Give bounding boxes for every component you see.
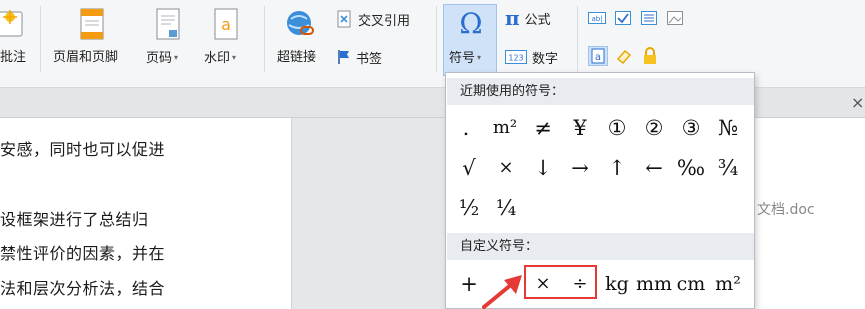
header-footer-label[interactable]: 页眉和页脚 <box>53 50 118 66</box>
design-mode-icon[interactable]: a <box>588 46 608 66</box>
number-label: 数字 <box>532 51 559 67</box>
symbol-cell[interactable]: ↑ <box>599 150 635 186</box>
symbol-cell[interactable]: cm <box>673 266 709 302</box>
page-number-text: 页码 <box>146 51 173 66</box>
comment-label[interactable]: 批注 <box>0 50 26 66</box>
symbol-cell[interactable]: ③ <box>673 110 709 146</box>
symbol-cell[interactable]: mm <box>636 266 672 302</box>
document-page[interactable]: 安感，同时也可以促进 设框架进行了总结归 禁性评价的因素，并在 法和层次分析法，… <box>0 118 292 309</box>
formula-label: 公式 <box>524 12 551 28</box>
symbol-label[interactable]: 符号 ▾ <box>449 50 481 67</box>
custom-symbols-header: 自定义符号： <box>447 233 754 260</box>
flag-icon <box>338 50 349 64</box>
symbol-cell[interactable]: kg <box>599 266 635 302</box>
svg-text:a: a <box>595 52 601 63</box>
checkbox-icon[interactable] <box>614 10 632 26</box>
symbol-cell[interactable]: № <box>710 110 746 146</box>
header-footer-icon[interactable] <box>80 8 104 40</box>
recent-symbols-header: 近期使用的符号： <box>447 78 754 105</box>
symbol-cell[interactable]: m² <box>710 266 746 302</box>
document-line: 安感，同时也可以促进 <box>0 140 166 159</box>
separator <box>577 6 578 72</box>
svg-text:a: a <box>221 15 231 34</box>
watermark-label[interactable]: 水印 ▾ <box>204 50 236 67</box>
cross-reference-label: 交叉引用 <box>358 13 411 29</box>
picture-control-icon[interactable] <box>666 10 684 26</box>
page-number-icon[interactable] <box>156 8 180 40</box>
symbol-cell[interactable]: → <box>562 150 598 186</box>
document-name[interactable]: 文档.doc <box>757 199 815 219</box>
chevron-down-icon: ▾ <box>477 53 482 62</box>
symbol-text: 符号 <box>449 51 476 66</box>
comment-icon[interactable] <box>0 8 28 38</box>
arrow-icon <box>482 275 522 309</box>
chevron-down-icon: ▾ <box>232 53 237 62</box>
watermark-text: 水印 <box>204 51 231 66</box>
symbol-cell[interactable]: ¾ <box>710 150 746 186</box>
number-icon: 123 <box>505 50 527 64</box>
separator <box>40 6 41 72</box>
hyperlink-icon[interactable] <box>285 9 315 39</box>
symbol-cell[interactable]: √ <box>451 150 487 186</box>
cross-reference-button[interactable]: 交叉引用 <box>337 9 410 29</box>
number-button[interactable]: 123 数字 <box>505 47 558 67</box>
symbol-cell[interactable]: × <box>488 150 524 186</box>
lock-icon[interactable] <box>641 46 659 66</box>
symbol-cell[interactable]: ① <box>599 110 635 146</box>
highlight-box <box>524 265 597 299</box>
svg-text:123: 123 <box>508 54 523 63</box>
watermark-icon[interactable]: a <box>214 8 238 40</box>
hyperlink-label[interactable]: 超链接 <box>277 50 316 66</box>
symbol-cell[interactable]: ¥ <box>562 110 598 146</box>
separator <box>436 6 437 72</box>
symbol-cell[interactable]: ② <box>636 110 672 146</box>
bookmark-label: 书签 <box>356 51 383 67</box>
omega-icon[interactable]: Ω <box>456 8 486 40</box>
document-line: 法和层次分析法，结合 <box>0 279 166 298</box>
chevron-down-icon: ▾ <box>174 53 179 62</box>
document-line: 禁性评价的因素，并在 <box>0 244 166 263</box>
list-box-icon[interactable] <box>640 10 658 26</box>
symbol-cell[interactable]: m² <box>487 110 523 146</box>
separator <box>264 6 265 72</box>
symbol-cell[interactable]: ≠ <box>525 110 561 146</box>
svg-text:ab|: ab| <box>591 15 602 23</box>
page-number-label[interactable]: 页码 ▾ <box>146 50 178 67</box>
text-field-icon[interactable]: ab| <box>588 10 606 26</box>
document-line: 设框架进行了总结归 <box>0 210 149 229</box>
symbol-cell[interactable]: ¼ <box>488 190 524 226</box>
close-icon[interactable]: × <box>851 93 864 112</box>
symbol-cell[interactable]: ‰ <box>673 150 709 186</box>
symbol-cell[interactable]: ← <box>636 150 672 186</box>
pi-icon: π <box>505 6 520 30</box>
symbol-cell[interactable]: ↓ <box>525 150 561 186</box>
formula-button[interactable]: π 公式 <box>505 6 551 30</box>
cross-reference-icon <box>337 10 351 28</box>
eraser-icon[interactable] <box>615 47 633 65</box>
bookmark-button[interactable]: 书签 <box>337 47 382 67</box>
symbol-cell[interactable]: ½ <box>451 190 487 226</box>
symbol-cell[interactable]: . <box>448 110 484 146</box>
